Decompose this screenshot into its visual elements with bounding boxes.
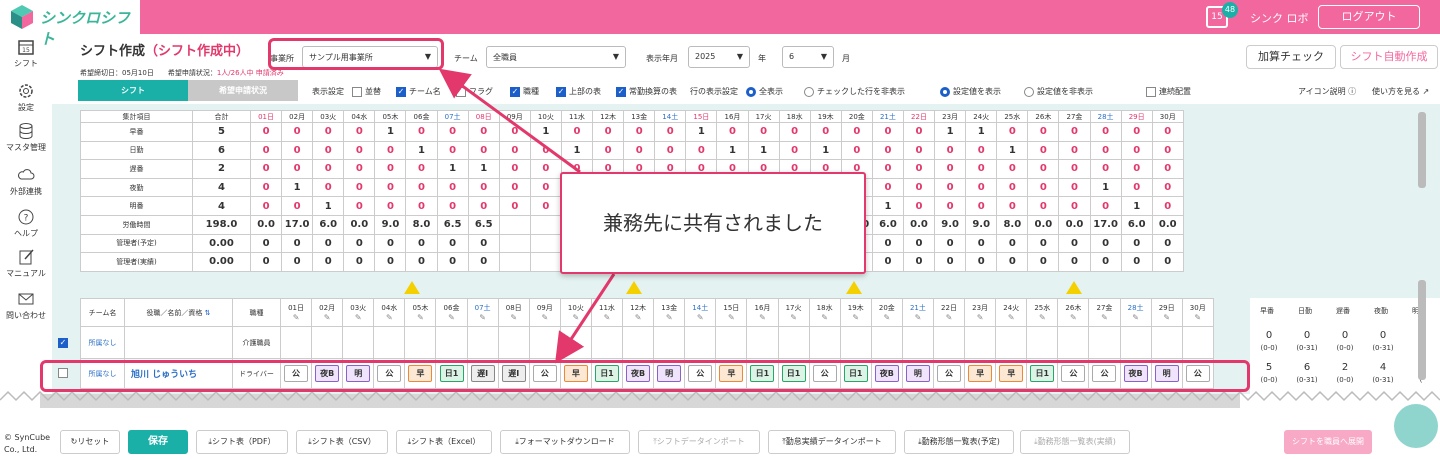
row-checkbox[interactable]: ✓ — [58, 338, 68, 348]
copyright: © SynCube Co., Ltd. — [4, 433, 51, 454]
format-download-button[interactable]: ⤓フォーマットダウンロード — [500, 430, 630, 454]
deploy-button[interactable]: シフトを職員へ展開 — [1284, 430, 1372, 454]
csv-button[interactable]: ⤓シフト表（CSV） — [296, 430, 388, 454]
import-button[interactable]: ⤒シフトデータインポート — [638, 430, 760, 454]
row-checkbox[interactable] — [58, 368, 68, 378]
chatbot-icon[interactable] — [1394, 404, 1438, 448]
work-import-button[interactable]: ⤒勤怠実績データインポート — [768, 430, 896, 454]
form-actual-button[interactable]: ⤓勤務形態一覧表(実績) — [1020, 430, 1130, 454]
form-plan-button[interactable]: ⤓勤務形態一覧表(予定) — [904, 430, 1014, 454]
warning-icon[interactable] — [404, 281, 420, 294]
pdf-button[interactable]: ⤓シフト表（PDF） — [196, 430, 288, 454]
warning-icon[interactable] — [626, 281, 642, 294]
warning-icon[interactable] — [1066, 281, 1082, 294]
excel-button[interactable]: ⤓シフト表（Excel） — [396, 430, 492, 454]
warning-icon[interactable] — [846, 281, 862, 294]
save-button[interactable]: 保存 — [128, 430, 188, 454]
share-toast: 兼務先に共有されました — [560, 172, 866, 274]
reset-button[interactable]: ↻リセット — [60, 430, 120, 454]
